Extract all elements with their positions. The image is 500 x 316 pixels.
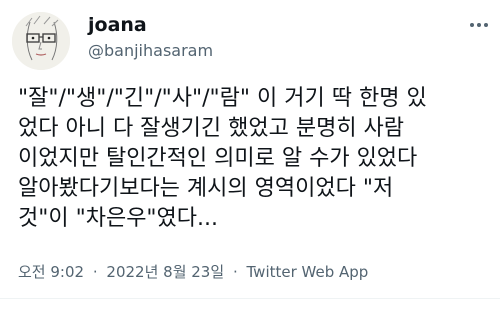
meta-separator: · (92, 263, 98, 281)
author-info: joana @banjihasaram (88, 14, 213, 61)
tweet-text-line: 었다 아니 다 잘생기긴 했었고 분명히 사람 (18, 116, 405, 141)
tweet-text-line: "잘"/"생"/"긴"/"사"/"람" 이 거기 딱 한명 있 (18, 86, 427, 111)
author-display-name[interactable]: joana (88, 14, 213, 36)
avatar[interactable] (12, 12, 70, 70)
meta-separator: · (232, 263, 238, 281)
author-handle[interactable]: @banjihasaram (88, 41, 213, 61)
divider (0, 298, 500, 299)
more-options-button[interactable] (468, 14, 490, 36)
avatar-face-sketch-icon (12, 12, 70, 70)
tweet-meta: 오전 9:02 · 2022년 8월 23일 · Twitter Web App (18, 262, 368, 282)
tweet-text-line: 이었지만 탈인간적인 의미로 알 수가 있었다 (18, 146, 418, 171)
tweet-text-line: 알아봤다기보다는 계시의 영역이었다 "저 (18, 176, 394, 201)
tweet-time[interactable]: 오전 9:02 (18, 262, 84, 282)
tweet-source: Twitter Web App (246, 263, 369, 281)
tweet-text-line: 것"이 "차은우"였다... (18, 206, 219, 231)
more-options-icon (470, 23, 488, 27)
tweet-text: "잘"/"생"/"긴"/"사"/"람" 이 거기 딱 한명 있 었다 아니 다 … (18, 84, 494, 234)
tweet: joana @banjihasaram "잘"/"생"/"긴"/"사"/"람" … (0, 0, 500, 316)
tweet-date[interactable]: 2022년 8월 23일 (106, 262, 224, 282)
